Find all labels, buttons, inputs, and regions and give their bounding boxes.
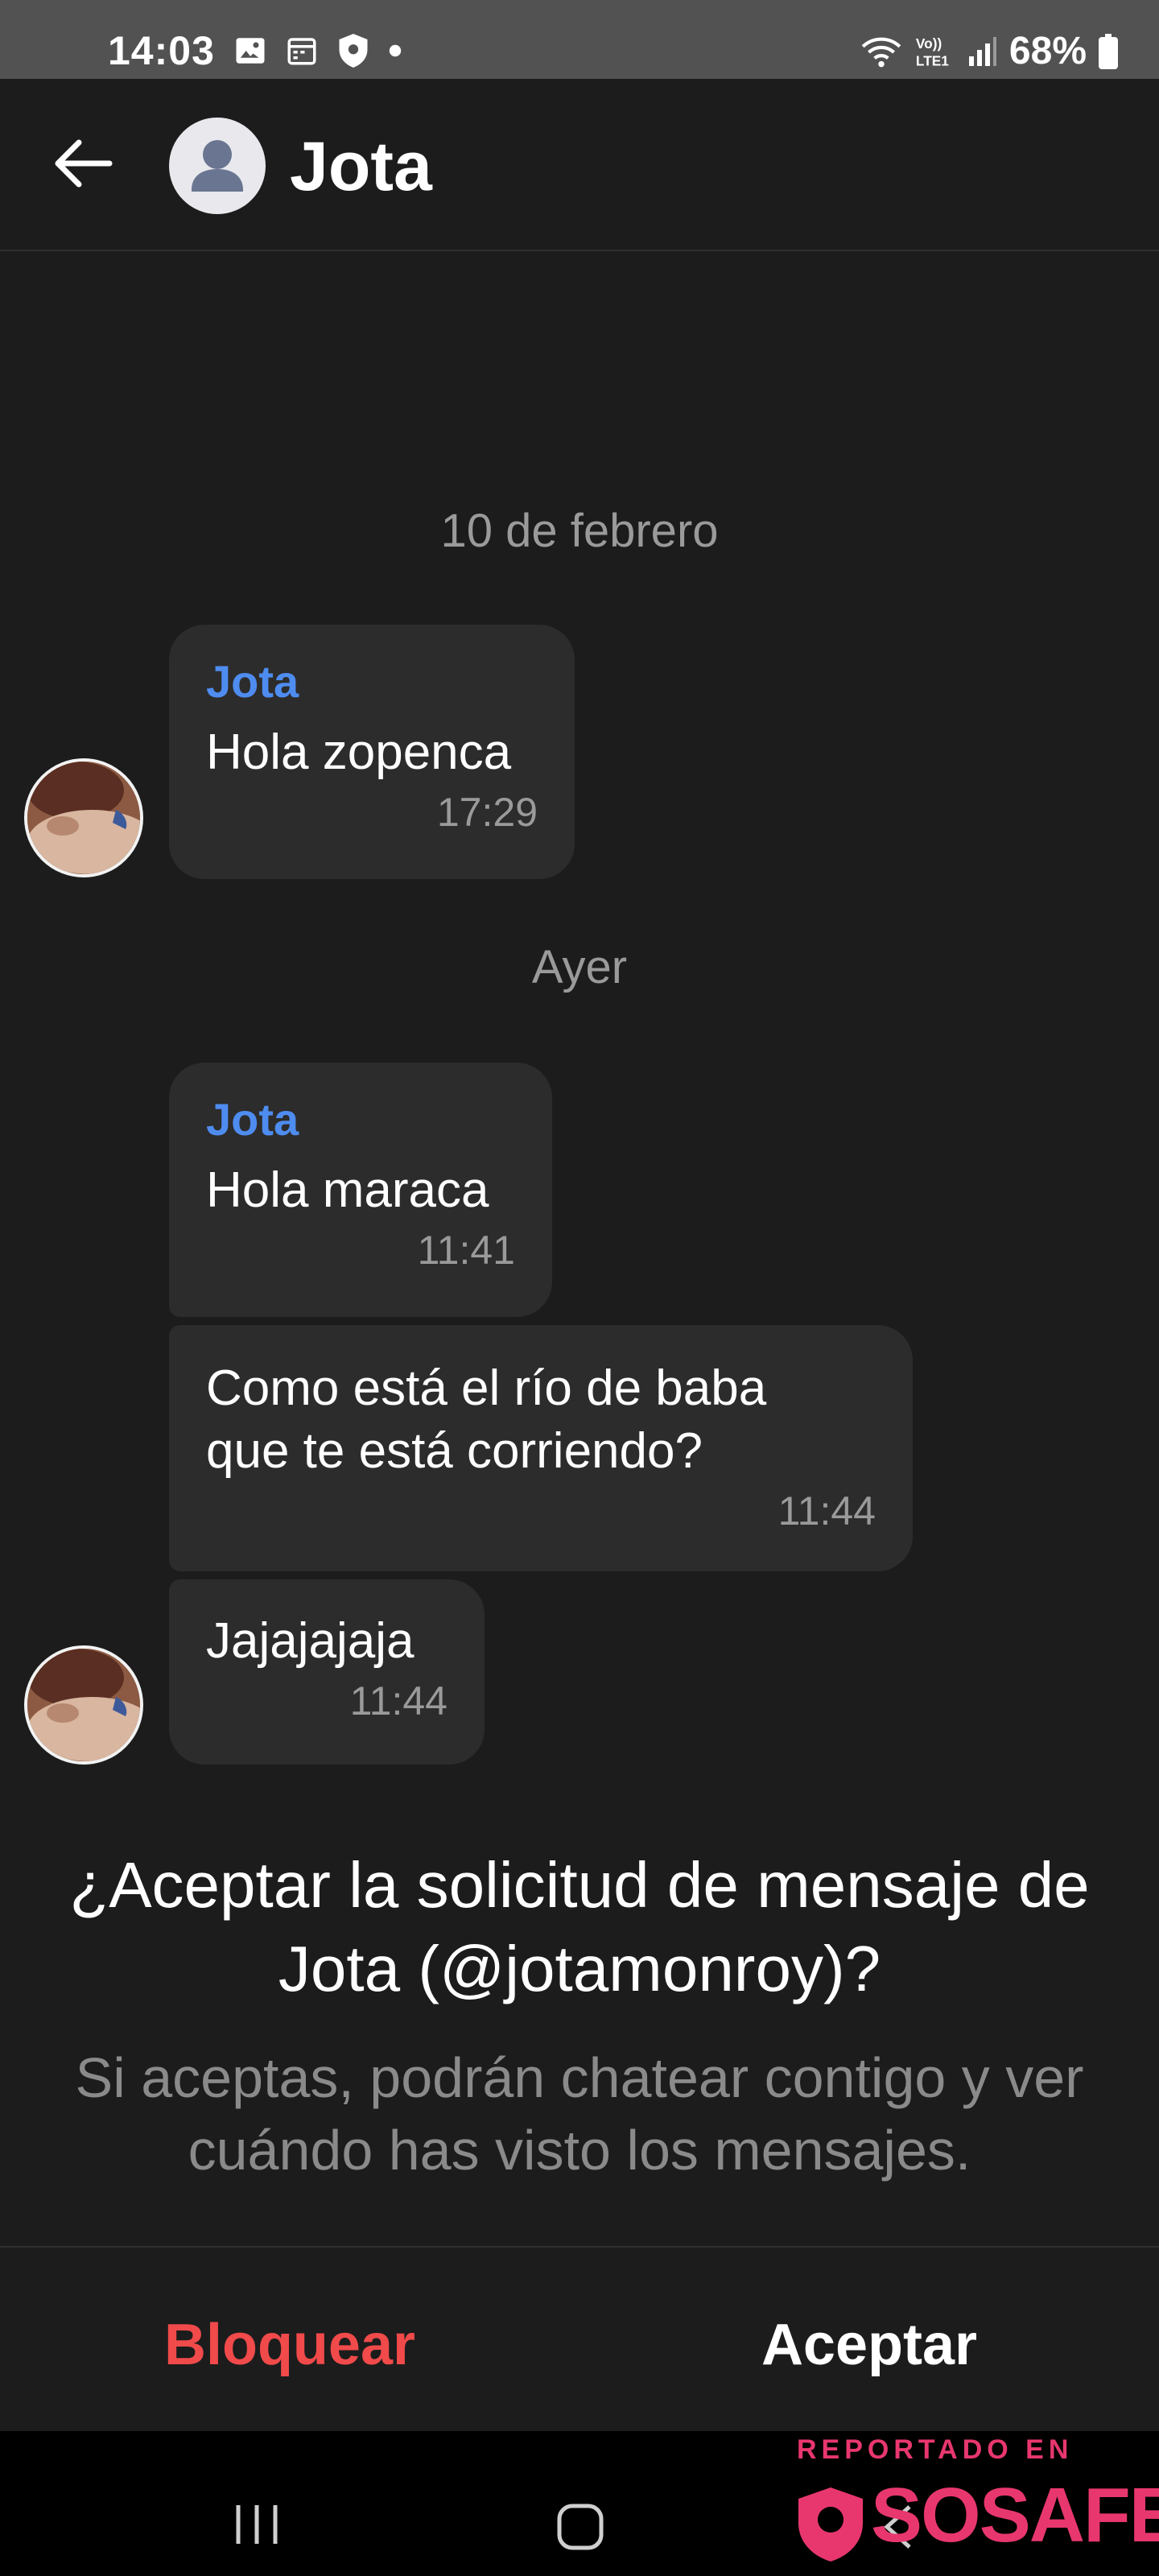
- message-bubble[interactable]: Jota Hola zopenca 17:29: [169, 625, 575, 879]
- svg-text:Vo)): Vo)): [916, 35, 942, 52]
- message-time: 11:41: [417, 1228, 515, 1273]
- chat-header: Jota: [0, 79, 1159, 251]
- status-icons-left: [233, 32, 402, 69]
- signal-icon: [968, 36, 996, 66]
- message-text: Jajajajaja: [206, 1613, 415, 1669]
- status-icons-right: Vo)) LTE1 68%: [860, 29, 1119, 73]
- contact-avatar[interactable]: [24, 758, 143, 877]
- sender-name: Jota: [206, 1094, 299, 1145]
- message-text: Hola zopenca: [206, 724, 512, 780]
- volte-icon: Vo))LTE1: [916, 35, 949, 68]
- request-title: ¿Aceptar la solicitud de mensaje de Jota…: [69, 1849, 1090, 2004]
- arrow-left-icon: [55, 139, 113, 188]
- sosafe-shield-icon: [798, 2487, 863, 2562]
- contact-name[interactable]: Jota: [290, 127, 432, 207]
- message-text: Hola maraca: [206, 1162, 489, 1218]
- block-button[interactable]: Bloquear: [113, 2312, 467, 2378]
- message-time: 11:44: [777, 1488, 876, 1534]
- message-bubble[interactable]: Como está el río de baba que te está cor…: [169, 1325, 913, 1571]
- message-bubble[interactable]: Jajajajaja 11:44: [169, 1579, 485, 1765]
- message-text: Como está el río de baba que te está cor…: [206, 1360, 767, 1479]
- home-icon: [557, 2504, 604, 2550]
- message-bubble[interactable]: Jota Hola maraca 11:41: [169, 1063, 552, 1317]
- back-button[interactable]: [52, 135, 116, 192]
- date-separator: 10 de febrero: [440, 505, 719, 557]
- battery-icon: [1099, 33, 1118, 69]
- wifi-icon: [861, 37, 901, 67]
- recents-icon: [236, 2505, 278, 2544]
- image-icon: [236, 38, 265, 64]
- watermark-brand: SOSAFE: [871, 2472, 1159, 2558]
- shield-icon: [339, 34, 368, 68]
- request-subtitle: Si aceptas, podrán chatear contigo y ver…: [75, 2046, 1084, 2182]
- message-time: 11:44: [349, 1678, 448, 1724]
- contact-avatar-header[interactable]: [169, 118, 266, 214]
- accept-button[interactable]: Aceptar: [708, 2312, 1030, 2378]
- home-button[interactable]: [555, 2502, 605, 2556]
- status-bar: 14:03 Vo)) LTE1 68%: [0, 0, 1159, 79]
- person-icon: [192, 140, 243, 192]
- calendar-icon: [287, 38, 316, 65]
- recents-button[interactable]: [232, 2502, 282, 2551]
- dot-icon: [389, 44, 402, 57]
- svg-text:LTE1: LTE1: [916, 52, 949, 68]
- message-time: 17:29: [436, 790, 538, 835]
- status-time: 14:03: [108, 28, 215, 73]
- date-separator: Ayer: [531, 941, 628, 993]
- request-actions: Bloquear Aceptar: [0, 2246, 1159, 2433]
- watermark-caption: REPORTADO EN: [797, 2434, 1074, 2465]
- contact-avatar[interactable]: [24, 1645, 143, 1765]
- battery-percentage: 68%: [1008, 30, 1087, 72]
- sender-name: Jota: [206, 656, 299, 707]
